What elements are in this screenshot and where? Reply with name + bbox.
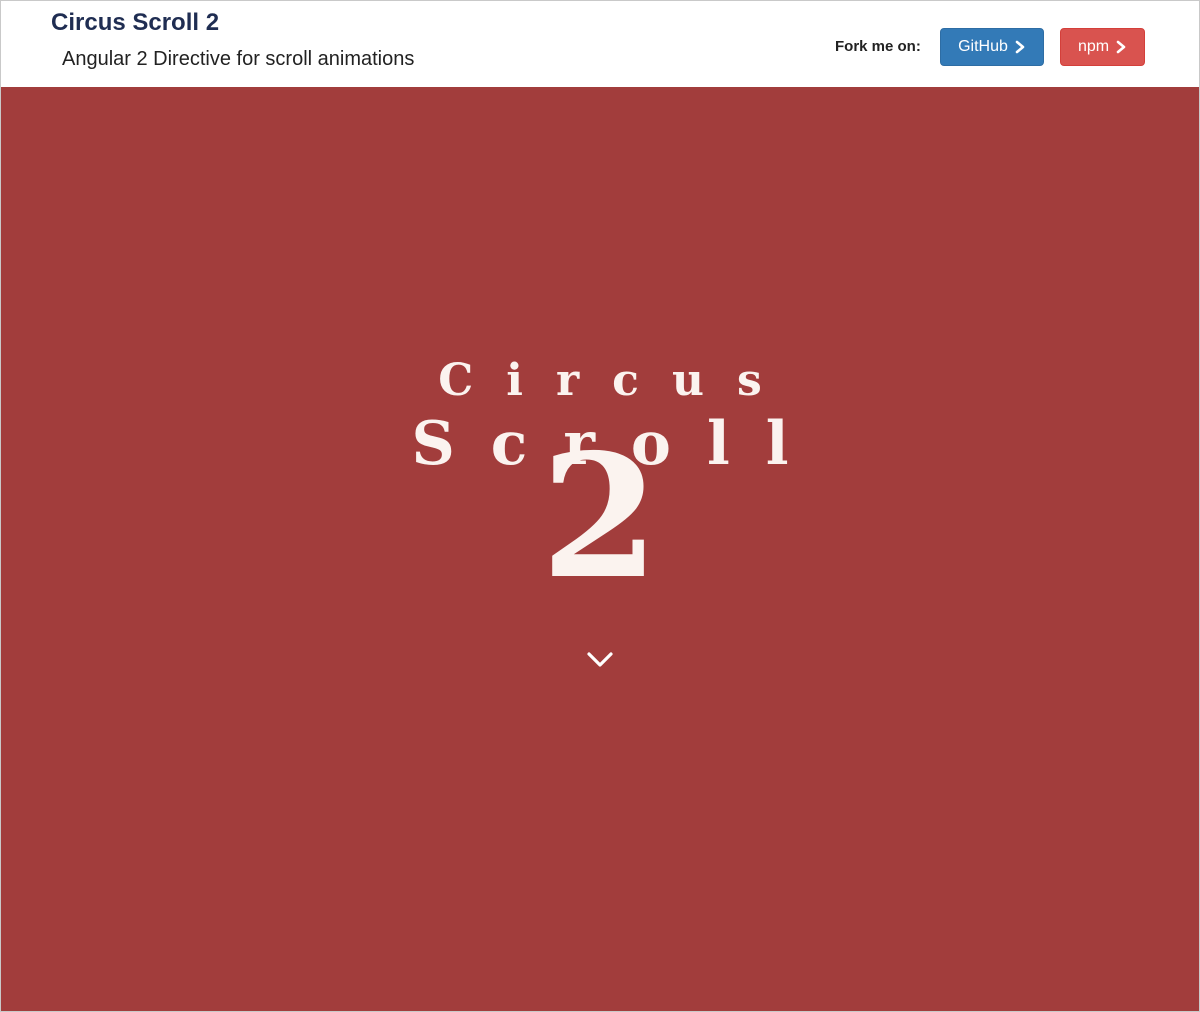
top-header: Circus Scroll 2 Angular 2 Directive for … xyxy=(1,1,1199,87)
npm-button[interactable]: npm xyxy=(1060,28,1145,66)
chevron-down-icon[interactable] xyxy=(585,649,615,671)
chevron-right-icon xyxy=(1014,40,1026,54)
logo-number: 2 xyxy=(540,417,660,617)
app-subtitle: Angular 2 Directive for scroll animation… xyxy=(62,48,415,70)
chevron-right-icon xyxy=(1115,40,1127,54)
app-title: Circus Scroll 2 xyxy=(51,9,220,36)
hero-section: Circus Scroll 2 xyxy=(1,87,1199,1011)
page-frame: Circus Scroll 2 Angular 2 Directive for … xyxy=(0,0,1200,1012)
logo-line-circus: Circus xyxy=(438,355,795,406)
npm-button-label: npm xyxy=(1077,38,1110,55)
fork-label: Fork me on: xyxy=(835,38,921,55)
github-button[interactable]: GitHub xyxy=(940,28,1044,66)
github-button-label: GitHub xyxy=(958,38,1008,55)
